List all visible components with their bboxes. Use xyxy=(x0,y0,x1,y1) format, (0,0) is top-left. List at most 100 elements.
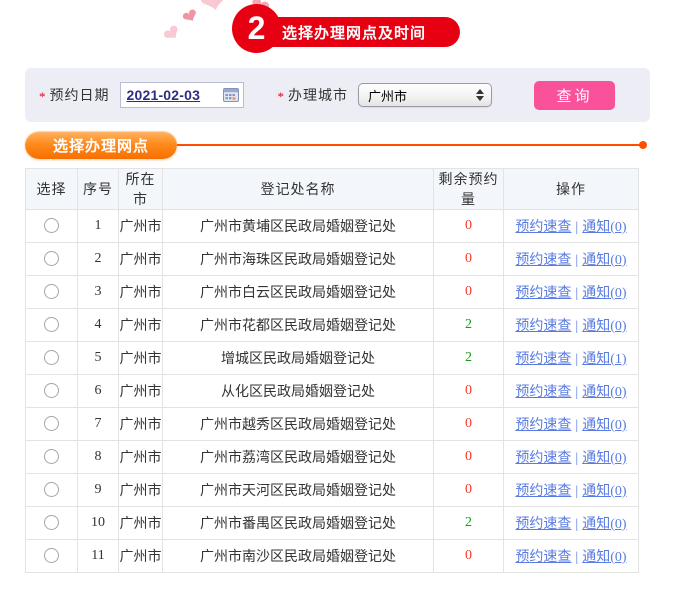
notice-link[interactable]: 通知(0) xyxy=(582,484,626,499)
registry-name: 广州市天河区民政局婚姻登记处 xyxy=(162,473,434,507)
select-branch-radio[interactable] xyxy=(44,416,59,432)
notice-link[interactable]: 通知(0) xyxy=(582,418,626,433)
link-separator: | xyxy=(575,517,579,532)
calendar-icon[interactable] xyxy=(222,88,239,102)
select-branch-radio[interactable] xyxy=(44,317,59,333)
link-separator: | xyxy=(575,286,579,301)
remaining-count: 0 xyxy=(465,284,472,299)
remaining-count: 0 xyxy=(465,548,472,563)
registry-name: 增城区民政局婚姻登记处 xyxy=(162,341,434,375)
up-down-arrows-icon xyxy=(476,89,484,101)
registry-name: 广州市南沙区民政局婚姻登记处 xyxy=(162,539,434,573)
remaining-count: 0 xyxy=(465,218,472,233)
row-number: 8 xyxy=(77,440,119,474)
city-field-group: * 办理城市 广州市 xyxy=(277,83,492,107)
quick-check-link[interactable]: 预约速查 xyxy=(515,517,571,532)
table-row: 6 广州市 从化区民政局婚姻登记处 0 预约速查 | 通知(0) xyxy=(25,374,639,408)
remaining-count: 0 xyxy=(465,251,472,266)
link-separator: | xyxy=(575,319,579,334)
remaining-count: 2 xyxy=(465,350,472,365)
row-city: 广州市 xyxy=(118,275,163,309)
notice-link[interactable]: 通知(0) xyxy=(582,253,626,268)
decorative-line xyxy=(173,144,642,146)
notice-link[interactable]: 通知(0) xyxy=(582,220,626,235)
select-branch-radio[interactable] xyxy=(44,548,59,564)
col-select: 选择 xyxy=(25,168,78,210)
select-branch-radio[interactable] xyxy=(44,449,59,465)
registry-name: 广州市白云区民政局婚姻登记处 xyxy=(162,275,434,309)
registry-name: 广州市花都区民政局婚姻登记处 xyxy=(162,308,434,342)
notice-link[interactable]: 通知(0) xyxy=(582,517,626,532)
table-row: 5 广州市 增城区民政局婚姻登记处 2 预约速查 | 通知(1) xyxy=(25,341,639,375)
select-branch-radio[interactable] xyxy=(44,350,59,366)
notice-link[interactable]: 通知(0) xyxy=(582,385,626,400)
section-title: 选择办理网点 xyxy=(52,138,149,155)
row-number: 4 xyxy=(77,308,119,342)
quick-check-link[interactable]: 预约速查 xyxy=(515,286,571,301)
row-city: 广州市 xyxy=(118,341,163,375)
notice-link[interactable]: 通知(0) xyxy=(582,319,626,334)
notice-link[interactable]: 通知(1) xyxy=(582,352,626,367)
select-branch-radio[interactable] xyxy=(44,218,59,234)
remaining-count: 0 xyxy=(465,449,472,464)
dot-icon xyxy=(639,141,647,149)
col-registry-name: 登记处名称 xyxy=(162,168,434,210)
quick-check-link[interactable]: 预约速查 xyxy=(515,484,571,499)
branches-table: 选择 序号 所在市 登记处名称 剩余预约量 操作 1 广州市 广州市黄埔区民政局… xyxy=(25,168,639,573)
table-row: 7 广州市 广州市越秀区民政局婚姻登记处 0 预约速查 | 通知(0) xyxy=(25,407,639,441)
row-number: 9 xyxy=(77,473,119,507)
row-number: 10 xyxy=(77,506,119,540)
select-branch-radio[interactable] xyxy=(44,383,59,399)
select-branch-radio[interactable] xyxy=(44,251,59,267)
quick-check-link[interactable]: 预约速查 xyxy=(515,253,571,268)
query-button[interactable]: 查询 xyxy=(534,80,615,110)
table-row: 10 广州市 广州市番禺区民政局婚姻登记处 2 预约速查 | 通知(0) xyxy=(25,506,639,540)
quick-check-link[interactable]: 预约速查 xyxy=(515,418,571,433)
section-heading: 选择办理网点 xyxy=(25,131,650,159)
link-separator: | xyxy=(575,418,579,433)
registry-name: 从化区民政局婚姻登记处 xyxy=(162,374,434,408)
link-separator: | xyxy=(575,352,579,367)
quick-check-link[interactable]: 预约速查 xyxy=(515,451,571,466)
row-city: 广州市 xyxy=(118,440,163,474)
row-number: 5 xyxy=(77,341,119,375)
registry-name: 广州市荔湾区民政局婚姻登记处 xyxy=(162,440,434,474)
row-city: 广州市 xyxy=(118,209,163,243)
table-row: 8 广州市 广州市荔湾区民政局婚姻登记处 0 预约速查 | 通知(0) xyxy=(25,440,639,474)
col-actions: 操作 xyxy=(503,168,639,210)
required-asterisk: * xyxy=(39,89,46,104)
registry-name: 广州市黄埔区民政局婚姻登记处 xyxy=(162,209,434,243)
table-row: 1 广州市 广州市黄埔区民政局婚姻登记处 0 预约速查 | 通知(0) xyxy=(25,209,639,243)
notice-link[interactable]: 通知(0) xyxy=(582,286,626,301)
section-title-pill: 选择办理网点 xyxy=(25,131,177,159)
step-number-badge: 2 xyxy=(232,4,281,53)
date-input[interactable]: 2021-02-03 xyxy=(119,82,244,108)
quick-check-link[interactable]: 预约速查 xyxy=(515,319,571,334)
date-value: 2021-02-03 xyxy=(126,87,201,103)
city-select[interactable]: 广州市 xyxy=(358,83,492,107)
link-separator: | xyxy=(575,220,579,235)
table-header-row: 选择 序号 所在市 登记处名称 剩余预约量 操作 xyxy=(25,168,639,210)
select-branch-radio[interactable] xyxy=(44,515,59,531)
select-branch-radio[interactable] xyxy=(44,482,59,498)
quick-check-link[interactable]: 预约速查 xyxy=(515,385,571,400)
select-branch-radio[interactable] xyxy=(44,284,59,300)
remaining-count: 0 xyxy=(465,416,472,431)
quick-check-link[interactable]: 预约速查 xyxy=(515,220,571,235)
registry-name: 广州市越秀区民政局婚姻登记处 xyxy=(162,407,434,441)
required-asterisk: * xyxy=(277,89,285,104)
row-number: 7 xyxy=(77,407,119,441)
row-city: 广州市 xyxy=(118,473,163,507)
link-separator: | xyxy=(575,385,579,400)
quick-check-link[interactable]: 预约速查 xyxy=(515,550,571,565)
registry-name: 广州市番禺区民政局婚姻登记处 xyxy=(162,506,434,540)
notice-link[interactable]: 通知(0) xyxy=(582,550,626,565)
step-banner: ❤ ❤ ❤ ❤ 选择办理网点及时间 2 xyxy=(0,0,675,62)
table-row: 4 广州市 广州市花都区民政局婚姻登记处 2 预约速查 | 通知(0) xyxy=(25,308,639,342)
table-row: 2 广州市 广州市海珠区民政局婚姻登记处 0 预约速查 | 通知(0) xyxy=(25,242,639,276)
notice-link[interactable]: 通知(0) xyxy=(582,451,626,466)
col-number: 序号 xyxy=(77,168,119,210)
row-number: 11 xyxy=(77,539,119,573)
registry-name: 广州市海珠区民政局婚姻登记处 xyxy=(162,242,434,276)
quick-check-link[interactable]: 预约速查 xyxy=(515,352,571,367)
